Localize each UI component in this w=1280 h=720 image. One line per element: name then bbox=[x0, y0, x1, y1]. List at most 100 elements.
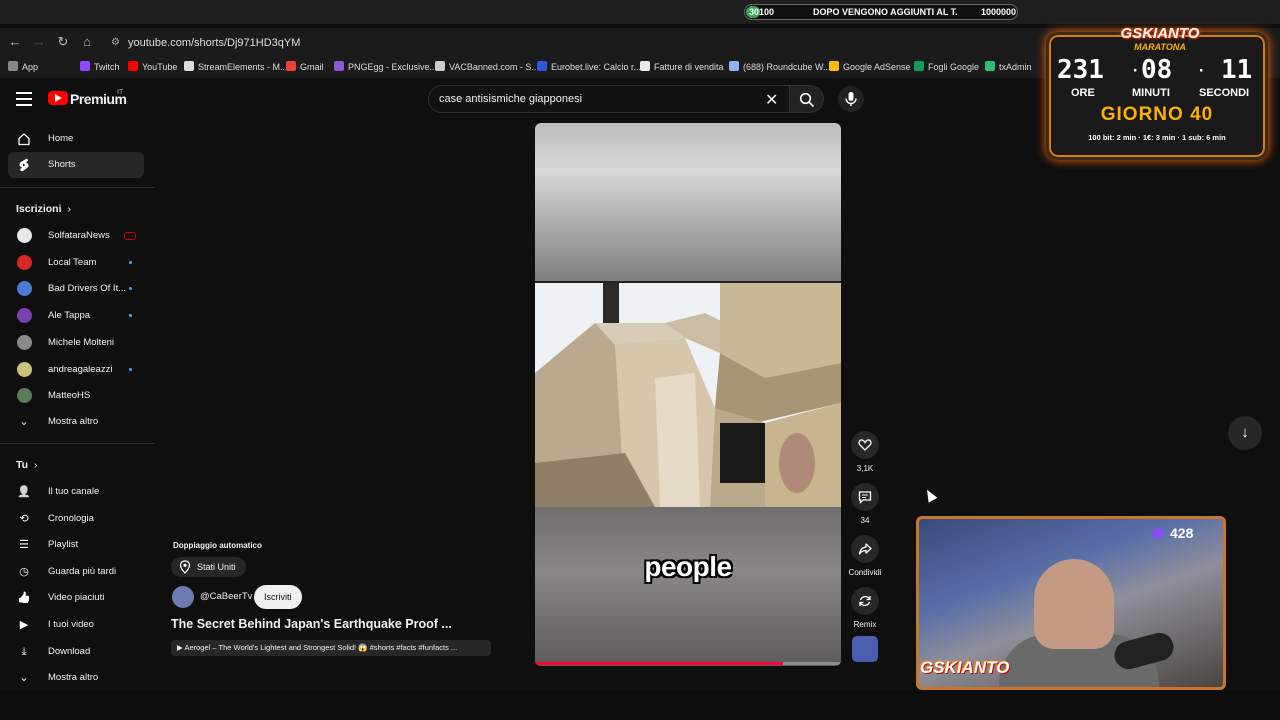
like-icon: 👍 bbox=[17, 592, 31, 605]
microphone-icon bbox=[845, 92, 857, 106]
sidebar-item-channel[interactable]: 👤 Il tuo canale bbox=[8, 479, 144, 505]
search-input[interactable]: case antisismiche giapponesi ✕ bbox=[428, 85, 790, 113]
channel-avatar bbox=[17, 281, 32, 297]
url-text: youtube.com/shorts/Dj971HD3qYM bbox=[128, 37, 301, 49]
sidebar-item-like[interactable]: 👍 Video piaciuti bbox=[8, 585, 144, 611]
reload-icon[interactable]: ↻ bbox=[55, 34, 71, 50]
chevron-right-icon: › bbox=[67, 203, 71, 215]
sidebar-show-more[interactable]: ⌄ Mostra altro bbox=[8, 409, 144, 435]
shorts-video-player[interactable]: people bbox=[535, 123, 841, 666]
sidebar-divider bbox=[0, 187, 154, 188]
sidebar-subscription-item[interactable]: Bad Drivers Of It... bbox=[8, 276, 144, 302]
video-progress-bar[interactable] bbox=[535, 662, 841, 665]
share-label: Condividi bbox=[848, 568, 882, 577]
timer-hours: 231 bbox=[1057, 55, 1104, 85]
bookmark-item[interactable]: PNGEgg - Exclusive... bbox=[334, 61, 437, 72]
subscription-name: MatteoHS bbox=[48, 390, 91, 402]
menu-icon[interactable] bbox=[16, 92, 32, 106]
channel-avatar[interactable] bbox=[172, 586, 194, 608]
remix-button[interactable] bbox=[851, 587, 879, 615]
back-arrow-icon[interactable]: ← bbox=[7, 34, 23, 50]
timer-separator: · bbox=[1131, 63, 1140, 79]
channel-avatar bbox=[17, 361, 32, 377]
sidebar-subscription-item[interactable]: andreagaleazzi bbox=[8, 357, 144, 383]
bookmark-item[interactable]: Eurobet.live: Calcio r... bbox=[537, 61, 641, 72]
sidebar-subscription-item[interactable]: Ale Tappa bbox=[8, 303, 144, 329]
subscribe-button[interactable]: Iscriviti bbox=[254, 585, 302, 609]
location-chip[interactable]: Stati Uniti bbox=[171, 557, 246, 577]
forward-arrow-icon[interactable]: → bbox=[31, 34, 47, 50]
remix-action[interactable]: Remix bbox=[850, 587, 880, 629]
bookmark-label: YouTube bbox=[142, 62, 178, 72]
sound-thumbnail[interactable] bbox=[852, 636, 878, 662]
video-caption: people bbox=[644, 551, 732, 582]
bookmark-favicon-icon bbox=[128, 61, 138, 71]
video-title[interactable]: The Secret Behind Japan's Earthquake Pro… bbox=[171, 617, 452, 631]
like-action[interactable]: 3,1K bbox=[850, 431, 880, 473]
home-icon[interactable]: ⌂ bbox=[79, 34, 95, 50]
comments-button[interactable] bbox=[851, 483, 879, 511]
bookmark-item[interactable]: App bbox=[8, 61, 38, 72]
sidebar-subscription-item[interactable]: MatteoHS bbox=[8, 383, 144, 409]
share-icon bbox=[858, 543, 872, 555]
bookmark-label: StreamElements - M... bbox=[198, 62, 288, 72]
sidebar-item-shorts[interactable]: Shorts bbox=[8, 152, 144, 178]
you-heading[interactable]: Tu › bbox=[16, 459, 37, 471]
bookmark-favicon-icon bbox=[286, 61, 296, 71]
timer-seconds: 11 bbox=[1221, 55, 1253, 85]
webcam-brand: GSKIANTO bbox=[920, 658, 1010, 677]
bookmark-item[interactable]: Google AdSense bbox=[829, 61, 911, 72]
bookmark-item[interactable]: Gmail bbox=[286, 61, 324, 72]
youtube-logo-icon[interactable] bbox=[48, 91, 68, 105]
share-button[interactable] bbox=[851, 535, 879, 563]
subscription-name: Bad Drivers Of It... bbox=[48, 283, 127, 295]
sidebar-item-playlist[interactable]: ☰ Playlist bbox=[8, 532, 144, 558]
arrow-down-icon: ↓ bbox=[1241, 424, 1249, 441]
channel-avatar bbox=[17, 308, 32, 324]
bookmark-favicon-icon bbox=[334, 61, 344, 71]
sidebar-subscription-item[interactable]: SolfataraNews bbox=[8, 223, 144, 249]
address-bar[interactable]: ⚙ youtube.com/shorts/Dj971HD3qYM bbox=[108, 32, 1108, 54]
bookmark-item[interactable]: StreamElements - M... bbox=[184, 61, 288, 72]
like-count: 3,1K bbox=[856, 464, 874, 473]
share-action[interactable]: Condividi bbox=[849, 535, 881, 577]
bookmark-favicon-icon bbox=[435, 61, 445, 71]
goal-start-value: 30100 bbox=[749, 7, 775, 17]
overlay-brand: GSKIANTO bbox=[1120, 25, 1200, 42]
related-video-link[interactable]: ▶ Aerogel – The World's Lightest and Str… bbox=[171, 640, 491, 656]
bookmark-item[interactable]: YouTube bbox=[128, 61, 177, 72]
new-content-dot bbox=[129, 314, 132, 318]
sidebar-subscription-item[interactable]: Local Team bbox=[8, 250, 144, 276]
bookmark-item[interactable]: VACBanned.com - S... bbox=[435, 61, 539, 72]
bookmark-label: App bbox=[22, 62, 39, 72]
sidebar-item-label: Cronologia bbox=[48, 512, 94, 524]
comment-icon bbox=[858, 491, 872, 505]
subscriptions-heading[interactable]: Iscrizioni › bbox=[16, 203, 71, 215]
bookmark-item[interactable]: txAdmin bbox=[985, 61, 1032, 72]
top-overlay-bar: 30100 DOPO VENGONO AGGIUNTI AL T. 100000… bbox=[0, 0, 1280, 24]
site-info-icon[interactable]: ⚙ bbox=[111, 32, 120, 54]
comments-action[interactable]: 34 bbox=[850, 483, 880, 525]
sidebar-item-watch-later[interactable]: ◷ Guarda più tardi bbox=[8, 559, 144, 585]
like-button[interactable] bbox=[851, 431, 879, 459]
next-video-button[interactable]: ↓ bbox=[1228, 416, 1262, 450]
bookmark-item[interactable]: Fogli Google bbox=[914, 61, 979, 72]
voice-search-button[interactable] bbox=[838, 86, 864, 112]
sidebar-item-label: Mostra altro bbox=[48, 672, 99, 684]
sidebar-item-download[interactable]: ⤓ Download bbox=[8, 639, 144, 665]
twitch-viewers-icon bbox=[1153, 529, 1163, 540]
sidebar-item-chevron-down[interactable]: ⌄ Mostra altro bbox=[8, 665, 144, 691]
location-text: Stati Uniti bbox=[197, 562, 236, 572]
sidebar-item-my-videos[interactable]: ▶ I tuoi video bbox=[8, 612, 144, 638]
clear-search-icon[interactable]: ✕ bbox=[765, 90, 778, 110]
sidebar-item-history[interactable]: ⟲ Cronologia bbox=[8, 506, 144, 532]
new-content-dot bbox=[129, 367, 132, 371]
bookmark-item[interactable]: Twitch bbox=[80, 61, 120, 72]
channel-name[interactable]: @CaBeerTv bbox=[200, 591, 252, 602]
mouse-cursor-icon bbox=[922, 487, 938, 503]
bookmark-item[interactable]: (688) Roundcube W... bbox=[729, 61, 831, 72]
bookmark-item[interactable]: Fatture di vendita bbox=[640, 61, 724, 72]
search-button[interactable] bbox=[790, 85, 824, 113]
sidebar-item-home[interactable]: Home bbox=[8, 126, 144, 152]
sidebar-subscription-item[interactable]: Michele Molteni bbox=[8, 330, 144, 356]
